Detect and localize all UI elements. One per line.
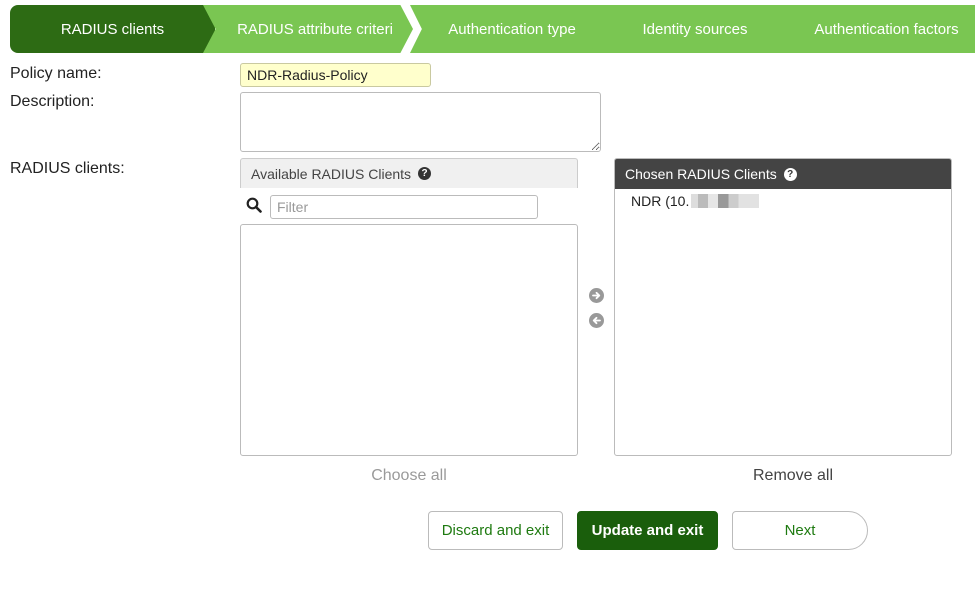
list-item[interactable]: NDR (10. xyxy=(615,189,951,213)
radius-clients-label: RADIUS clients: xyxy=(10,160,125,177)
next-button[interactable]: Next xyxy=(732,511,868,550)
arrow-left-circle-icon xyxy=(588,312,604,328)
wizard-step-label: Authentication factors xyxy=(814,20,959,38)
wizard-step-label: Identity sources xyxy=(642,20,748,38)
remove-all-link[interactable]: Remove all xyxy=(614,467,972,485)
chosen-clients-header: Chosen RADIUS Clients ? xyxy=(615,159,951,189)
chosen-clients-panel: Chosen RADIUS Clients ? NDR (10. xyxy=(614,158,952,456)
choose-all-link[interactable]: Choose all xyxy=(240,467,578,485)
wizard-step-label: Authentication type xyxy=(448,20,576,38)
arrow-right-circle-icon xyxy=(588,287,604,303)
wizard-step-authentication-factors[interactable]: Authentication factors xyxy=(782,5,975,53)
discard-and-exit-button[interactable]: Discard and exit xyxy=(428,511,563,550)
chosen-clients-title: Chosen RADIUS Clients xyxy=(625,166,777,182)
wizard-step-identity-sources[interactable]: Identity sources xyxy=(590,5,800,53)
available-clients-title: Available RADIUS Clients xyxy=(251,165,412,182)
wizard-step-label: RADIUS clients xyxy=(60,20,165,38)
description-label: Description: xyxy=(10,93,95,110)
wizard-step-label: RADIUS attribute criteri xyxy=(237,20,393,38)
remove-client-button[interactable] xyxy=(586,310,606,330)
wizard-step-radius-attribute-criteria[interactable]: RADIUS attribute criteri xyxy=(203,5,413,53)
wizard-step-radius-clients[interactable]: RADIUS clients xyxy=(10,5,215,53)
policy-name-input[interactable] xyxy=(240,63,431,87)
description-textarea[interactable] xyxy=(240,92,601,152)
filter-input[interactable] xyxy=(270,195,538,219)
help-icon[interactable]: ? xyxy=(418,167,432,180)
add-client-button[interactable] xyxy=(586,285,606,305)
redacted-address xyxy=(691,194,760,208)
available-clients-header: Available RADIUS Clients ? xyxy=(240,158,578,188)
available-clients-list[interactable] xyxy=(240,224,578,456)
help-icon[interactable]: ? xyxy=(783,167,797,181)
wizard-step-authentication-type[interactable]: Authentication type xyxy=(410,5,608,53)
chosen-client-name: NDR (10. xyxy=(631,193,690,209)
search-icon xyxy=(246,197,262,213)
update-and-exit-button[interactable]: Update and exit xyxy=(577,511,718,550)
wizard-steps: RADIUS clients RADIUS attribute criteri … xyxy=(10,5,975,53)
policy-name-label: Policy name: xyxy=(10,65,102,82)
